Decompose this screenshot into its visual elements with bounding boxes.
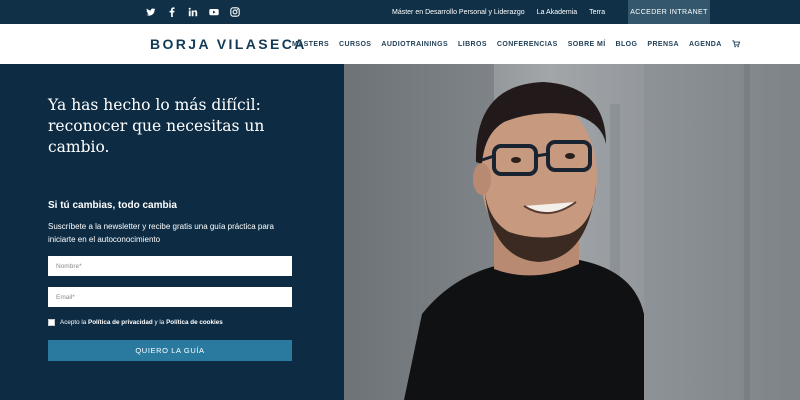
nav-item-prensa[interactable]: PRENSA	[647, 41, 679, 48]
portrait-illustration	[344, 64, 800, 400]
hero-description: Suscríbete a la newsletter y recibe grat…	[48, 222, 274, 244]
youtube-icon[interactable]	[209, 7, 219, 17]
site-header: BORJA VILASECA MÁSTERS CURSOS AUDIOTRAIN…	[0, 24, 800, 64]
hero-headline: Ya has hecho lo más difícil: reconocer q…	[48, 96, 265, 156]
nav-item-agenda[interactable]: AGENDA	[689, 41, 722, 48]
site-logo[interactable]: BORJA VILASECA	[150, 36, 307, 52]
consent-checkbox[interactable]	[48, 319, 55, 326]
social-links	[146, 0, 240, 24]
toplink-terra[interactable]: Terra	[589, 9, 605, 16]
nav-item-blog[interactable]: BLOG	[616, 41, 638, 48]
cookies-policy-link[interactable]: Política de cookies	[166, 319, 223, 326]
top-bar: Máster en Desarrollo Personal y Liderazg…	[0, 0, 800, 24]
top-links: Máster en Desarrollo Personal y Liderazg…	[392, 0, 617, 24]
nav-item-cursos[interactable]: CURSOS	[339, 41, 371, 48]
nav-item-conferencias[interactable]: CONFERENCIAS	[497, 41, 558, 48]
facebook-icon[interactable]	[167, 7, 177, 17]
email-field[interactable]	[48, 287, 292, 307]
toplink-akademia[interactable]: La Akademia	[537, 9, 577, 16]
nav-item-masters[interactable]: MÁSTERS	[292, 41, 329, 48]
nav-item-audiotrainings[interactable]: AUDIOTRAININGS	[381, 41, 448, 48]
twitter-icon[interactable]	[146, 7, 156, 17]
privacy-policy-link[interactable]: Política de privacidad	[88, 319, 153, 326]
nav-item-libros[interactable]: LIBROS	[458, 41, 487, 48]
consent-row: Acepto la Política de privacidad y la Po…	[48, 319, 223, 326]
main-nav: MÁSTERS CURSOS AUDIOTRAININGS LIBROS CON…	[292, 24, 740, 64]
consent-label: Acepto la Política de privacidad y la Po…	[60, 319, 223, 326]
toplink-master[interactable]: Máster en Desarrollo Personal y Liderazg…	[392, 9, 525, 16]
nav-item-sobre-mi[interactable]: SOBRE MÍ	[568, 41, 606, 48]
cart-icon[interactable]	[732, 40, 740, 48]
instagram-icon[interactable]	[230, 7, 240, 17]
submit-guide-button[interactable]: QUIERO LA GUÍA	[48, 340, 292, 361]
hero-subhead: Si tú cambias, todo cambia	[48, 200, 177, 211]
name-field[interactable]	[48, 256, 292, 276]
hero-photo	[344, 64, 800, 400]
linkedin-icon[interactable]	[188, 7, 198, 17]
intranet-button[interactable]: ACCEDER INTRANET	[628, 0, 710, 24]
